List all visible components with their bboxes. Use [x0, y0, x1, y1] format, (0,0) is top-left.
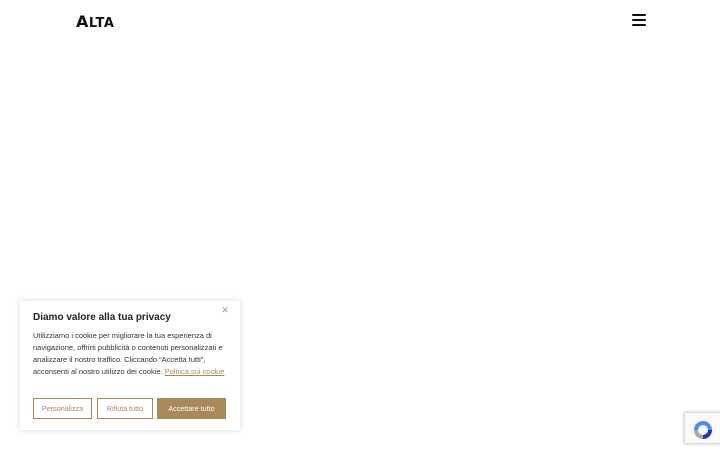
- cookie-banner-text: Utilizziamo i cookie per migliorare la t…: [33, 330, 233, 378]
- cookie-banner-title: Diamo valore alla tua privacy: [33, 312, 171, 323]
- alta-logo[interactable]: ALTA: [76, 12, 114, 31]
- site-header: ALTA: [0, 0, 720, 40]
- recaptcha-badge[interactable]: [684, 412, 720, 444]
- cookie-consent-banner: Diamo valore alla tua privacy ✕ Utilizzi…: [20, 301, 240, 430]
- customize-button[interactable]: Personalizza: [33, 398, 92, 419]
- logo-initial: A: [76, 12, 89, 31]
- accept-all-button[interactable]: Accettare tutto: [157, 398, 226, 419]
- hamburger-menu-icon[interactable]: [632, 14, 646, 26]
- close-icon[interactable]: ✕: [220, 305, 230, 315]
- cookie-policy-link[interactable]: Politica sui cookie: [165, 367, 225, 376]
- recaptcha-icon: [694, 421, 712, 439]
- logo-rest: LTA: [88, 16, 115, 31]
- menu-bar: [632, 19, 646, 21]
- menu-bar: [632, 14, 646, 16]
- reject-all-button[interactable]: Rifiuta tutto: [97, 398, 153, 419]
- menu-bar: [632, 24, 646, 26]
